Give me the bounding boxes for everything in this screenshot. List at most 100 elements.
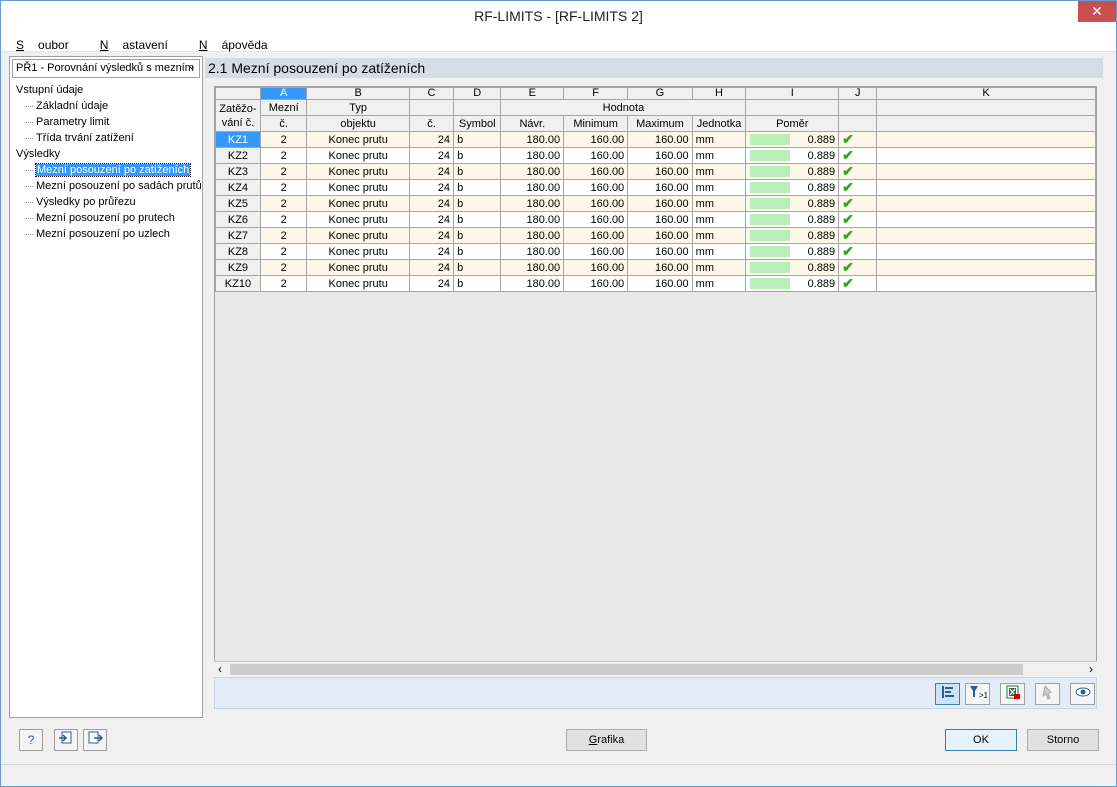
cell-symbol[interactable]: b xyxy=(453,259,502,276)
cell-limit[interactable]: 2 xyxy=(259,259,308,276)
cell-limit[interactable]: 2 xyxy=(259,195,308,212)
cell-maximum[interactable]: 160.00 xyxy=(627,147,693,164)
menu-napoveda[interactable]: Nápověda xyxy=(183,32,280,52)
cell-unit[interactable]: mm xyxy=(691,163,747,180)
cell-maximum[interactable]: 160.00 xyxy=(627,227,693,244)
cell-object-no[interactable]: 24 xyxy=(408,147,455,164)
cell-object-type[interactable]: Konec prutu xyxy=(306,227,410,244)
cell-object-type[interactable]: Konec prutu xyxy=(306,147,410,164)
row-header-lc[interactable]: KZ3 xyxy=(215,163,261,180)
cell-limit[interactable]: 2 xyxy=(259,211,308,228)
cell-design[interactable]: 180.00 xyxy=(500,179,565,196)
cell-object-type[interactable]: Konec prutu xyxy=(306,131,410,148)
cell-symbol[interactable]: b xyxy=(453,243,502,260)
export-excel-button[interactable] xyxy=(1000,683,1025,705)
cell-design[interactable]: 180.00 xyxy=(500,259,565,276)
cell-design[interactable]: 180.00 xyxy=(500,243,565,260)
cell-object-type[interactable]: Konec prutu xyxy=(306,259,410,276)
ok-button[interactable]: OK xyxy=(945,729,1017,751)
cell-ratio[interactable]: 0.889 xyxy=(745,211,840,228)
cell-minimum[interactable]: 160.00 xyxy=(563,131,629,148)
cell-minimum[interactable]: 160.00 xyxy=(563,275,629,292)
table-row[interactable]: KZ2 2 Konec prutu 24 b 180.00 160.00 160.00 mm 0.… xyxy=(215,147,1096,164)
scroll-thumb[interactable] xyxy=(230,664,1023,675)
cell-unit[interactable]: mm xyxy=(691,179,747,196)
column-letter[interactable]: C xyxy=(408,87,455,100)
cell-ratio[interactable]: 0.889 xyxy=(745,163,840,180)
cell-object-type[interactable]: Konec prutu xyxy=(306,243,410,260)
cell-object-no[interactable]: 24 xyxy=(408,163,455,180)
column-letter[interactable]: K xyxy=(876,87,1096,100)
cell-design[interactable]: 180.00 xyxy=(500,131,565,148)
help-button[interactable]: ? xyxy=(19,729,43,751)
tree-item-by-nodes[interactable]: Mezní posouzení po uzlech xyxy=(16,226,202,242)
column-letter[interactable]: E xyxy=(500,87,565,100)
chevron-down-icon[interactable]: ⌄ xyxy=(188,61,196,72)
column-letter[interactable]: G xyxy=(627,87,693,100)
cell-ratio[interactable]: 0.889 xyxy=(745,131,840,148)
scroll-left-icon[interactable]: ‹ xyxy=(218,662,222,676)
cell-symbol[interactable]: b xyxy=(453,195,502,212)
cell-object-no[interactable]: 24 xyxy=(408,227,455,244)
cell-symbol[interactable]: b xyxy=(453,147,502,164)
cell-minimum[interactable]: 160.00 xyxy=(563,147,629,164)
cell-limit[interactable]: 2 xyxy=(259,243,308,260)
cell-minimum[interactable]: 160.00 xyxy=(563,195,629,212)
row-header-lc[interactable]: KZ9 xyxy=(215,259,261,276)
cell-maximum[interactable]: 160.00 xyxy=(627,131,693,148)
cell-object-type[interactable]: Konec prutu xyxy=(306,179,410,196)
cell-minimum[interactable]: 160.00 xyxy=(563,163,629,180)
cell-design[interactable]: 180.00 xyxy=(500,211,565,228)
cell-symbol[interactable]: b xyxy=(453,131,502,148)
graphics-button[interactable]: Grafika xyxy=(566,729,647,751)
cell-limit[interactable]: 2 xyxy=(259,163,308,180)
cell-minimum[interactable]: 160.00 xyxy=(563,179,629,196)
table-row[interactable]: KZ8 2 Konec prutu 24 b 180.00 160.00 160.00 mm 0.… xyxy=(215,243,1096,260)
cell-ratio[interactable]: 0.889 xyxy=(745,243,840,260)
tree-item-limit-parameters[interactable]: Parametry limit xyxy=(16,114,202,130)
cell-ratio[interactable]: 0.889 xyxy=(745,195,840,212)
table-row[interactable]: KZ7 2 Konec prutu 24 b 180.00 160.00 160.00 mm 0.… xyxy=(215,227,1096,244)
cell-ratio[interactable]: 0.889 xyxy=(745,147,840,164)
row-header-lc[interactable]: KZ1 xyxy=(215,131,261,148)
cell-limit[interactable]: 2 xyxy=(259,227,308,244)
tree-item-by-section[interactable]: Výsledky po průřezu xyxy=(16,194,202,210)
tree-group-input[interactable]: Vstupní údaje xyxy=(16,82,202,98)
cell-object-no[interactable]: 24 xyxy=(408,211,455,228)
cell-symbol[interactable]: b xyxy=(453,227,502,244)
column-letter[interactable]: A xyxy=(259,87,308,100)
column-letter[interactable]: J xyxy=(838,87,878,100)
cell-object-type[interactable]: Konec prutu xyxy=(306,195,410,212)
cell-limit[interactable]: 2 xyxy=(259,275,308,292)
cancel-button[interactable]: Storno xyxy=(1027,729,1099,751)
cell-design[interactable]: 180.00 xyxy=(500,275,565,292)
row-header-lc[interactable]: KZ7 xyxy=(215,227,261,244)
cell-unit[interactable]: mm xyxy=(691,275,747,292)
cell-design[interactable]: 180.00 xyxy=(500,227,565,244)
cell-minimum[interactable]: 160.00 xyxy=(563,243,629,260)
horizontal-scrollbar[interactable]: ‹ › xyxy=(214,661,1097,676)
table-row[interactable]: KZ10 2 Konec prutu 24 b 180.00 160.00 160.00 mm 0… xyxy=(215,275,1096,292)
cell-object-no[interactable]: 24 xyxy=(408,259,455,276)
tree-item-by-member-sets[interactable]: Mezní posouzení po sadách prutů xyxy=(16,178,202,194)
tree-item-by-load[interactable]: Mezní posouzení po zatíženích xyxy=(16,162,202,178)
cell-minimum[interactable]: 160.00 xyxy=(563,259,629,276)
cell-object-type[interactable]: Konec prutu xyxy=(306,163,410,180)
cell-symbol[interactable]: b xyxy=(453,275,502,292)
table-row[interactable]: KZ4 2 Konec prutu 24 b 180.00 160.00 160.00 mm 0.… xyxy=(215,179,1096,196)
cell-object-no[interactable]: 24 xyxy=(408,243,455,260)
cell-ratio[interactable]: 0.889 xyxy=(745,259,840,276)
tree-item-basic-data[interactable]: Základní údaje xyxy=(16,98,202,114)
cell-maximum[interactable]: 160.00 xyxy=(627,211,693,228)
cell-limit[interactable]: 2 xyxy=(259,147,308,164)
cell-maximum[interactable]: 160.00 xyxy=(627,179,693,196)
column-letter[interactable]: H xyxy=(691,87,747,100)
cell-maximum[interactable]: 160.00 xyxy=(627,243,693,260)
cell-unit[interactable]: mm xyxy=(691,195,747,212)
row-header-lc[interactable]: KZ6 xyxy=(215,211,261,228)
menu-nastaveni[interactable]: Nastavení xyxy=(84,32,180,52)
cell-ratio[interactable]: 0.889 xyxy=(745,275,840,292)
view-button[interactable] xyxy=(1070,683,1095,705)
cell-maximum[interactable]: 160.00 xyxy=(627,275,693,292)
table-row[interactable]: KZ1 2 Konec prutu 24 b 180.00 160.00 160.00 mm 0.… xyxy=(215,131,1096,148)
